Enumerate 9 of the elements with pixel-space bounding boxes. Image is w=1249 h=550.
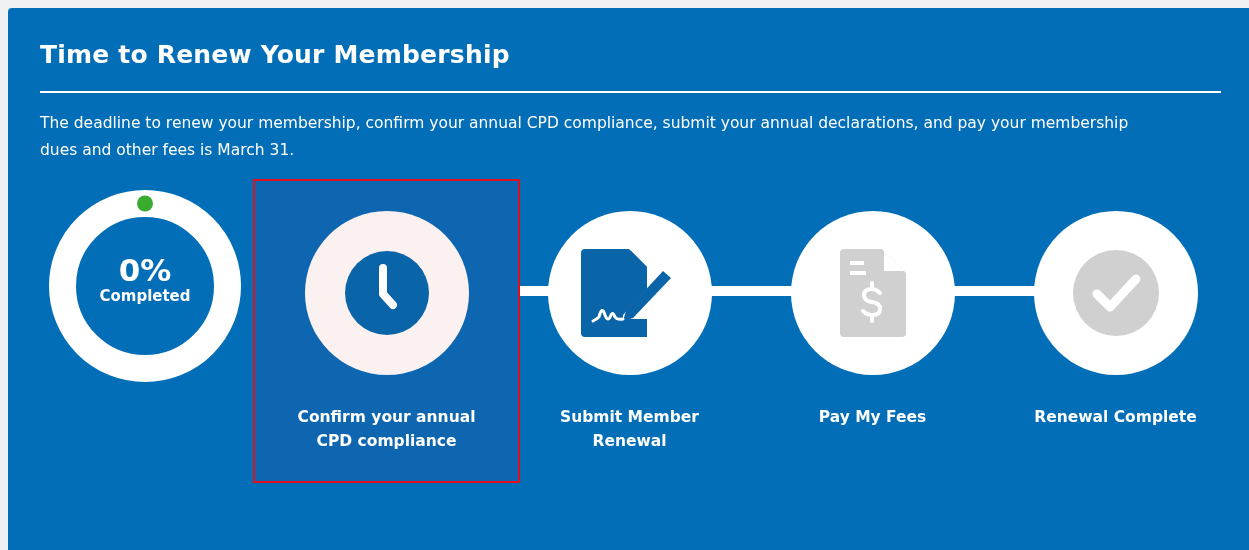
clock-icon	[344, 251, 429, 335]
panel-title: Time to Renew Your Membership	[40, 39, 511, 71]
checkmark-icon	[1072, 250, 1159, 336]
progress-percent: 0%	[118, 253, 172, 287]
description-text: The deadline to renew your membership, confirm your annual CPD compliance, submit your annual declarations, and pay your membership dues and other fees is March 31.	[40, 113, 1130, 161]
progress-dot	[137, 195, 153, 212]
progress-caption: Completed	[99, 287, 191, 305]
step-item[interactable]: Confirm your annual CPD compliance	[253, 179, 520, 483]
invoice-dollar-icon	[839, 249, 906, 337]
